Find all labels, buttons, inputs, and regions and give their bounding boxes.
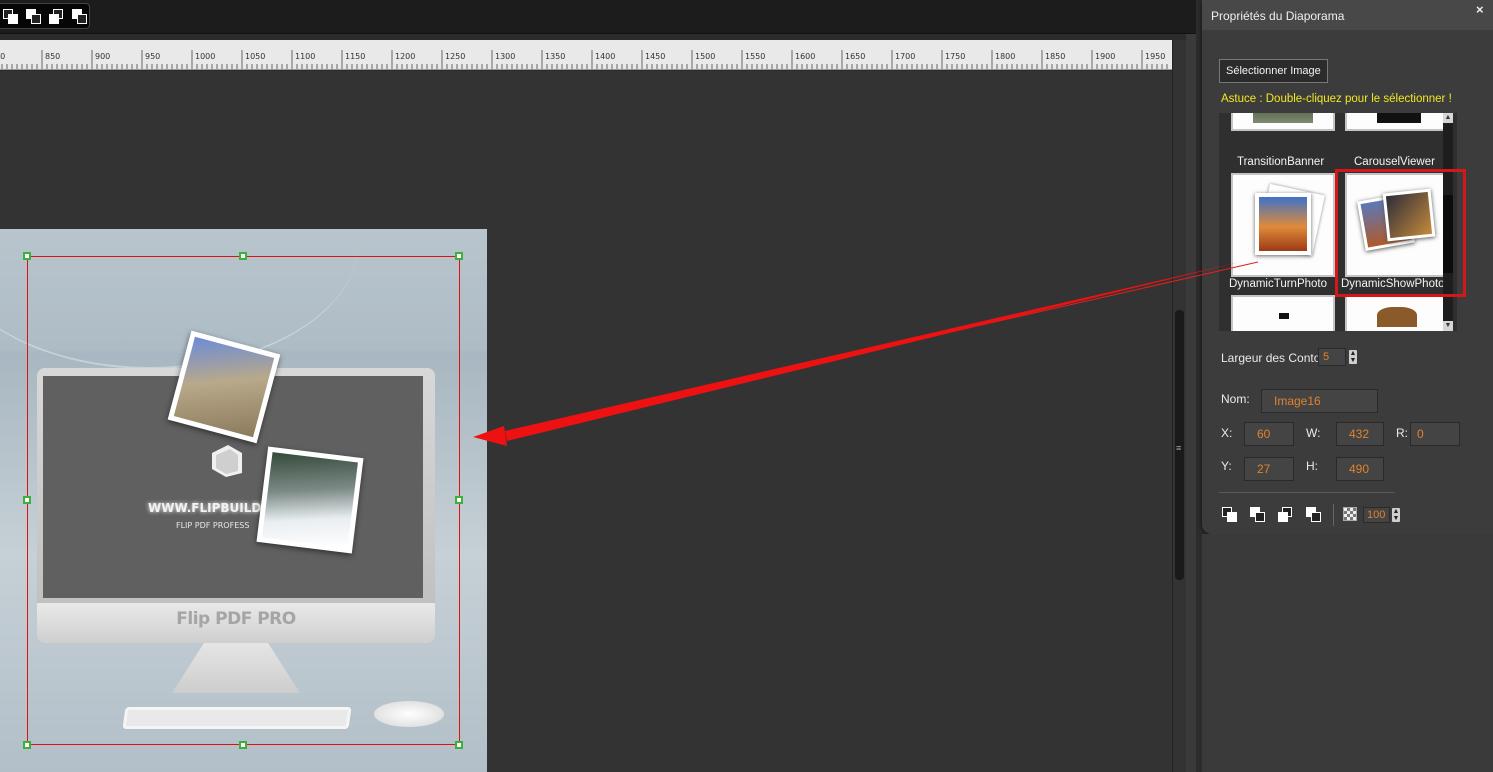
bring-to-front-icon[interactable] bbox=[2, 8, 19, 25]
scrollbar-grip-icon: ≡ bbox=[1176, 443, 1182, 453]
bring-to-front-icon[interactable] bbox=[1221, 506, 1239, 524]
selection-box[interactable] bbox=[23, 252, 463, 749]
ruler-tick-label: 850 bbox=[45, 52, 61, 61]
opacity-stepper[interactable]: ▲ ▼ bbox=[1392, 508, 1400, 522]
ruler-tick-label: 1150 bbox=[345, 52, 366, 61]
ruler-tick-label: 1750 bbox=[945, 52, 966, 61]
ruler-tick-label: 1200 bbox=[395, 52, 416, 61]
scroll-down-icon[interactable]: ▼ bbox=[1443, 321, 1453, 331]
name-label: Nom: bbox=[1221, 392, 1250, 406]
ruler-tick-label: 1950 bbox=[1145, 52, 1166, 61]
highlight-box bbox=[1335, 169, 1466, 297]
ruler-tick-label: 1050 bbox=[245, 52, 266, 61]
send-to-back-icon[interactable] bbox=[25, 8, 42, 25]
resize-handle-right[interactable] bbox=[455, 496, 463, 504]
ruler-tick-label: 1850 bbox=[1045, 52, 1066, 61]
gallery-item[interactable] bbox=[1345, 295, 1449, 331]
y-label: Y: bbox=[1221, 459, 1232, 473]
gallery-item-dynamicturnphoto[interactable] bbox=[1231, 173, 1335, 277]
transparency-icon bbox=[1343, 507, 1357, 521]
toolbar-separator bbox=[1333, 504, 1334, 526]
resize-handle-bottom-left[interactable] bbox=[23, 741, 31, 749]
h-field[interactable]: 490 bbox=[1336, 457, 1384, 481]
x-field[interactable]: 60 bbox=[1244, 422, 1294, 446]
bring-forward-icon[interactable] bbox=[1277, 506, 1295, 524]
y-field[interactable]: 27 bbox=[1244, 457, 1294, 481]
r-label: R: bbox=[1396, 426, 1408, 440]
ruler-tick-label: 1400 bbox=[595, 52, 616, 61]
ruler-tick-label: 1500 bbox=[695, 52, 716, 61]
opacity-field[interactable]: 100 bbox=[1363, 507, 1390, 523]
ruler-tick-label: 1550 bbox=[745, 52, 766, 61]
select-image-button[interactable]: Sélectionner Image bbox=[1219, 59, 1328, 83]
resize-handle-top-right[interactable] bbox=[455, 252, 463, 260]
send-backward-icon[interactable] bbox=[71, 8, 88, 25]
slideshow-properties-panel: Propriétés du Diaporama × Sélectionner I… bbox=[1202, 0, 1493, 534]
gallery-label: CarouselViewer bbox=[1354, 156, 1435, 168]
w-label: W: bbox=[1306, 426, 1321, 440]
ruler-tick-label: 1350 bbox=[545, 52, 566, 61]
h-label: H: bbox=[1306, 459, 1318, 473]
app-window: 0085090095010001050110011501200125013001… bbox=[0, 0, 1493, 772]
ruler-tick-label: 900 bbox=[95, 52, 111, 61]
close-icon[interactable]: × bbox=[1476, 2, 1484, 17]
ruler-tick-label: 1450 bbox=[645, 52, 666, 61]
scroll-up-icon[interactable]: ▲ bbox=[1443, 113, 1453, 123]
ruler-tick-label: 1300 bbox=[495, 52, 516, 61]
gallery-label: DynamicTurnPhoto bbox=[1229, 278, 1328, 290]
gallery-item-transitionbanner[interactable] bbox=[1231, 113, 1335, 131]
panel-title: Propriétés du Diaporama bbox=[1211, 9, 1345, 23]
send-backward-icon[interactable] bbox=[1305, 506, 1323, 524]
ruler-tick-label: 00 bbox=[0, 52, 6, 61]
separator bbox=[1219, 492, 1395, 493]
resize-grip-icon: ⋮ bbox=[464, 757, 473, 767]
tip-text: Astuce : Double-cliquez pour le sélectio… bbox=[1221, 93, 1452, 105]
ruler-tick-label: 1700 bbox=[895, 52, 916, 61]
layer-order-toolbar bbox=[0, 3, 90, 29]
ruler-tick-label: 950 bbox=[145, 52, 161, 61]
resize-handle-bottom-right[interactable] bbox=[455, 741, 463, 749]
canvas-vertical-scrollbar[interactable]: ≡ bbox=[1172, 40, 1186, 772]
ruler-tick-label: 1100 bbox=[295, 52, 316, 61]
send-to-back-icon[interactable] bbox=[1249, 506, 1267, 524]
panel-splitter[interactable] bbox=[1186, 34, 1196, 772]
ruler-tick-label: 1800 bbox=[995, 52, 1016, 61]
ruler-tick-label: 1250 bbox=[445, 52, 466, 61]
ruler-tick-label: 1900 bbox=[1095, 52, 1116, 61]
resize-handle-top[interactable] bbox=[239, 252, 247, 260]
ruler-tick-label: 1600 bbox=[795, 52, 816, 61]
panel-empty-area bbox=[1202, 534, 1493, 772]
resize-handle-left[interactable] bbox=[23, 496, 31, 504]
border-width-field[interactable]: 5 bbox=[1318, 348, 1346, 366]
x-label: X: bbox=[1221, 426, 1233, 440]
bring-forward-icon[interactable] bbox=[48, 8, 65, 25]
ruler-tick-label: 1000 bbox=[195, 52, 216, 61]
ruler-tick-label: 1650 bbox=[845, 52, 866, 61]
gallery-label: TransitionBanner bbox=[1237, 156, 1325, 168]
w-field[interactable]: 432 bbox=[1336, 422, 1384, 446]
border-width-stepper[interactable]: ▲ ▼ bbox=[1349, 350, 1357, 364]
resize-handle-top-left[interactable] bbox=[23, 252, 31, 260]
panel-body: Sélectionner Image Astuce : Double-cliqu… bbox=[1202, 30, 1493, 534]
resize-handle-bottom[interactable] bbox=[239, 741, 247, 749]
top-toolbar bbox=[0, 0, 1196, 34]
gallery-item-carouselviewer[interactable] bbox=[1345, 113, 1449, 131]
horizontal-ruler: 00 850 900 950 1000 1050 1100 1150 1200 1250 1300 1… bbox=[0, 40, 1172, 70]
name-field[interactable]: Image16 bbox=[1261, 389, 1378, 413]
border-width-label: Largeur des Conto bbox=[1221, 351, 1321, 365]
gallery-item[interactable] bbox=[1231, 295, 1335, 331]
r-field[interactable]: 0 bbox=[1410, 422, 1460, 446]
